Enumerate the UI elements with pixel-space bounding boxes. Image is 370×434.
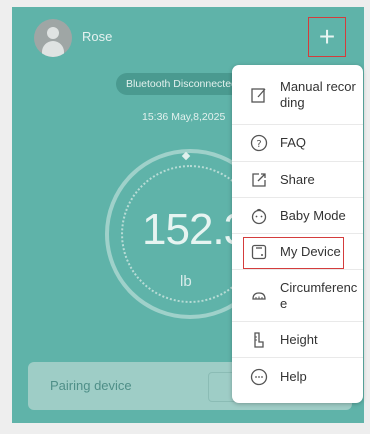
pairing-label: Pairing device bbox=[50, 378, 132, 393]
menu-item-label: FAQ bbox=[280, 135, 307, 150]
avatar-body bbox=[42, 41, 64, 57]
dropdown-menu: Manual recording ? FAQ Share Baby Mode M… bbox=[232, 65, 363, 403]
menu-item-share[interactable]: Share bbox=[232, 162, 363, 198]
tape-measure-icon bbox=[248, 285, 270, 307]
menu-item-label: Baby Mode bbox=[280, 207, 346, 223]
measurement-timestamp: 15:36 May,8,2025 bbox=[142, 111, 226, 123]
chat-bubble-icon bbox=[248, 366, 270, 388]
scale-device-icon bbox=[248, 241, 270, 263]
plus-icon: + bbox=[318, 21, 336, 52]
avatar-head bbox=[47, 27, 59, 39]
svg-text:?: ? bbox=[256, 139, 261, 150]
weight-unit: lb bbox=[180, 273, 192, 290]
menu-item-label: My Device bbox=[280, 243, 341, 259]
menu-item-faq[interactable]: ? FAQ bbox=[232, 125, 363, 162]
menu-item-label: Height bbox=[280, 331, 318, 347]
menu-item-help[interactable]: Help bbox=[232, 358, 363, 395]
menu-item-label: Share bbox=[280, 171, 315, 187]
baby-face-icon bbox=[248, 205, 270, 227]
menu-item-circumference[interactable]: Circumference bbox=[232, 270, 363, 322]
share-icon bbox=[248, 169, 270, 191]
menu-item-manual-recording[interactable]: Manual recording bbox=[232, 65, 363, 125]
edit-icon bbox=[248, 84, 270, 106]
menu-item-label: Circumference bbox=[280, 279, 358, 311]
menu-item-label: Help bbox=[280, 368, 307, 384]
question-circle-icon: ? bbox=[248, 132, 270, 154]
user-name: Rose bbox=[82, 29, 113, 44]
menu-item-height[interactable]: Height bbox=[232, 322, 363, 358]
add-menu-button[interactable]: + bbox=[308, 17, 346, 57]
menu-item-baby-mode[interactable]: Baby Mode bbox=[232, 198, 363, 234]
menu-item-label: Manual recording bbox=[280, 78, 356, 110]
menu-item-my-device[interactable]: My Device bbox=[232, 234, 363, 270]
height-icon bbox=[248, 329, 270, 351]
avatar[interactable] bbox=[34, 19, 72, 57]
